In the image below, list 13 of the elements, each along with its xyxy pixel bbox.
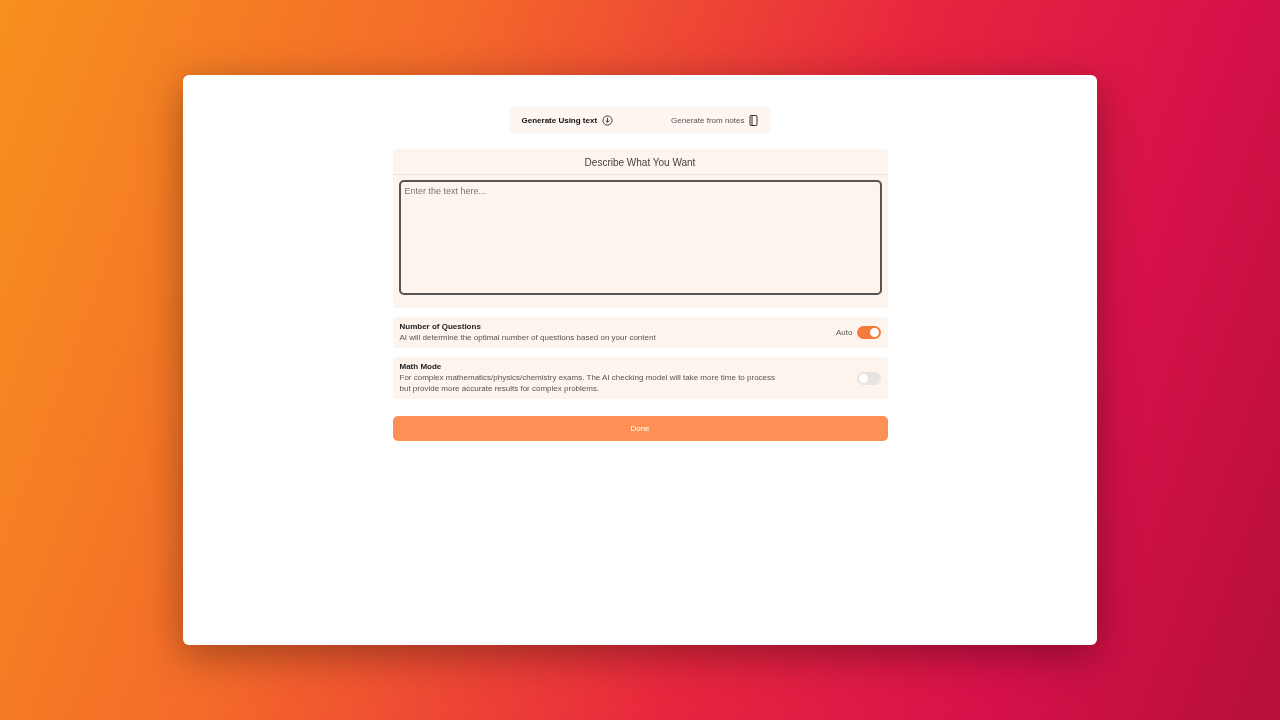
setting-title: Number of Questions	[399, 322, 482, 331]
tab[interactable]: Generate from notes	[660, 108, 770, 132]
toggle-switch[interactable]	[856, 326, 881, 340]
tab[interactable]: Generate Using text	[510, 108, 625, 132]
toggle-switch[interactable]	[856, 371, 881, 385]
setting-description: AI will determine the optimal number of questions based on your content	[399, 333, 656, 344]
text-input-field[interactable]: Enter the text here...	[398, 180, 882, 295]
card-title: Describe What You Want	[392, 149, 888, 175]
setting-title: Math Mode	[399, 362, 443, 372]
auto-label: Auto	[836, 328, 853, 338]
notebook-icon	[749, 114, 759, 126]
setting-description: For complex mathematics/physics/chemistry exams. The AI checking model will take more time to process but provide more accurate results for complex problems.	[399, 373, 777, 395]
download-icon	[602, 114, 614, 126]
